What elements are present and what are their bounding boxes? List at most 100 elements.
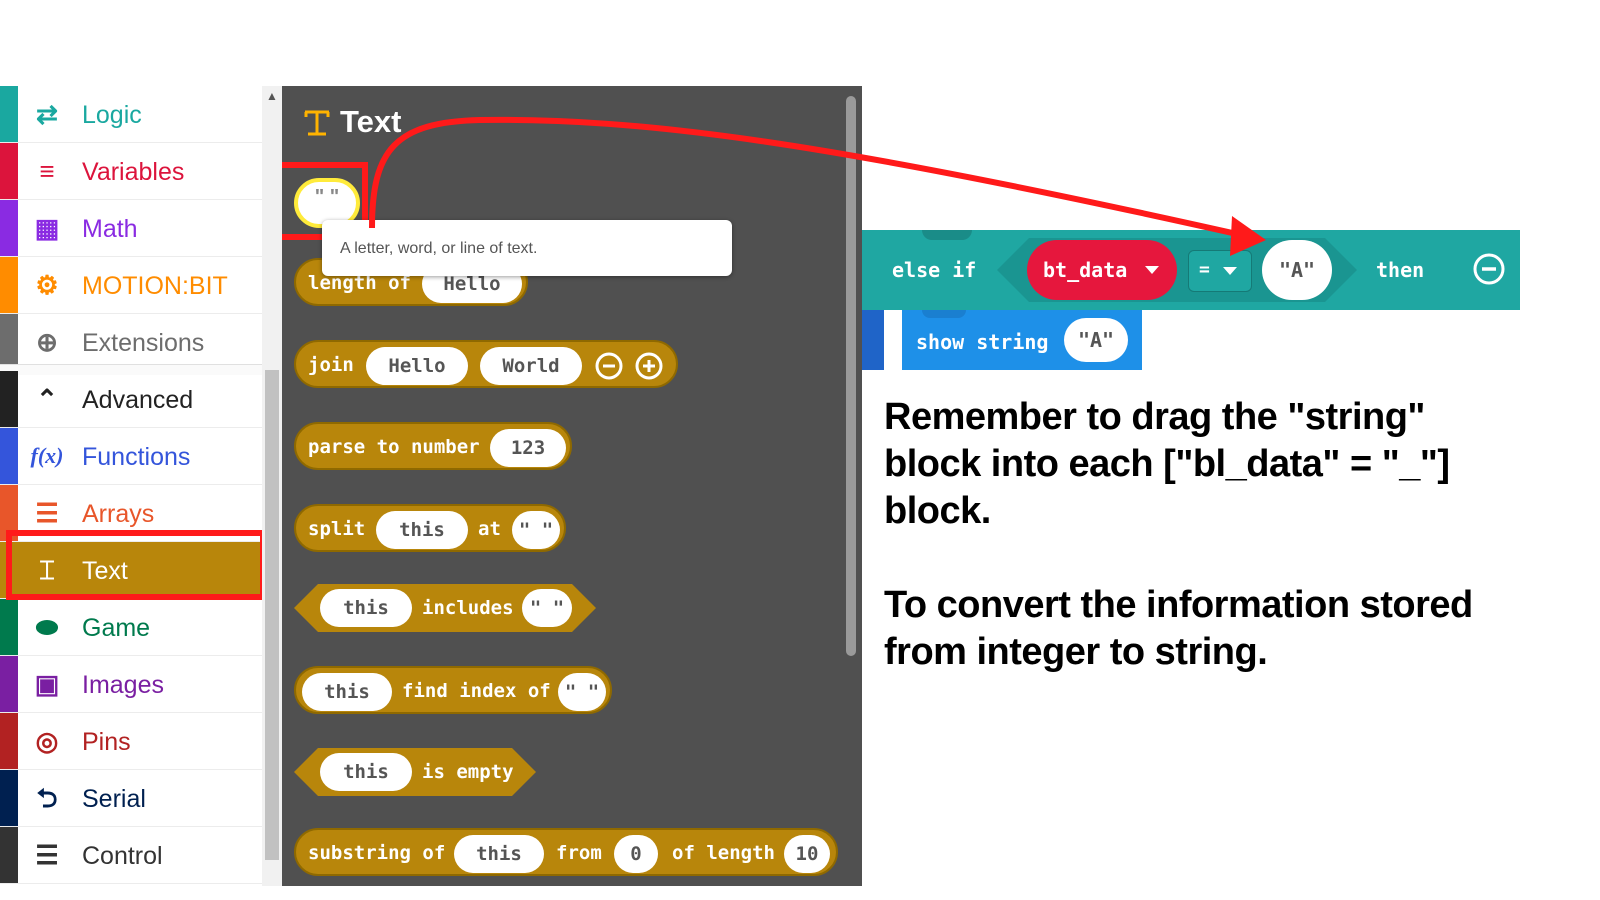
block-arg[interactable]: this	[320, 753, 412, 791]
block-label: includes	[422, 597, 514, 619]
category-color-stripe	[0, 257, 18, 313]
block-notch	[922, 230, 972, 240]
category-color-stripe	[0, 428, 18, 484]
category-label: Serial	[82, 785, 146, 813]
block-arg[interactable]: 0	[614, 835, 658, 873]
block-label: from	[556, 842, 602, 864]
list-ordered-icon: ☰	[35, 498, 59, 528]
server-icon: ☰	[35, 840, 59, 870]
find-index-of-block[interactable]: this find index of " "	[294, 666, 612, 714]
block-arg[interactable]: this	[454, 835, 544, 873]
category-variables[interactable]: ≡ Variables	[0, 143, 262, 200]
block-arg[interactable]: 123	[490, 429, 566, 467]
toolbox-sidebar: ⇄ Logic ≡ Variables ▦ Math ⚙ MOTION:BIT …	[0, 86, 262, 886]
gears-icon: ⚙	[35, 270, 59, 300]
block-arg[interactable]: this	[302, 673, 392, 711]
chevron-down-icon[interactable]	[1143, 262, 1161, 278]
minus-circle-icon[interactable]	[1472, 252, 1506, 286]
operator-dropdown[interactable]: =	[1188, 250, 1252, 292]
category-color-stripe	[0, 827, 18, 883]
category-functions[interactable]: f(x) Functions	[0, 428, 262, 485]
variable-label: bt_data	[1043, 258, 1128, 282]
instruction-line: Remember to drag the "string"	[884, 396, 1425, 438]
includes-block[interactable]: this includes " "	[294, 584, 596, 632]
block-label: is empty	[422, 761, 514, 783]
show-string-label: show string	[916, 330, 1049, 354]
parse-to-number-block[interactable]: parse to number 123	[294, 422, 572, 470]
category-text[interactable]: ⌶ Text	[0, 542, 262, 599]
category-images[interactable]: ▣ Images	[0, 656, 262, 713]
block-arg[interactable]: Hello	[366, 347, 468, 385]
split-block[interactable]: split this at " "	[294, 504, 566, 552]
category-extensions[interactable]: ⊕ Extensions	[0, 314, 262, 371]
usb-icon: ⮌	[36, 783, 58, 813]
sidebar-scrollbar-thumb[interactable]	[265, 370, 279, 860]
category-logic[interactable]: ⇄ Logic	[0, 86, 262, 143]
show-string-block[interactable]: show string "A"	[902, 310, 1142, 370]
block-label: of length	[672, 842, 775, 864]
category-color-stripe	[0, 485, 18, 541]
block-arg[interactable]: World	[480, 347, 582, 385]
function-icon: f(x)	[30, 443, 64, 468]
show-string-value[interactable]: "A"	[1064, 318, 1128, 362]
plus-circle-icon: ⊕	[36, 327, 58, 357]
substring-block[interactable]: substring of this from 0 of length 10	[294, 828, 838, 876]
calculator-icon: ▦	[34, 213, 60, 243]
list-icon: ≡	[39, 156, 55, 186]
shuffle-icon: ⇄	[36, 99, 58, 129]
category-label: Arrays	[82, 500, 155, 528]
image-icon: ▣	[34, 669, 60, 699]
category-label: Game	[82, 614, 151, 642]
then-label: then	[1376, 258, 1425, 282]
block-arg[interactable]: 10	[784, 835, 830, 873]
variable-bt-data[interactable]: bt_data	[1027, 240, 1177, 300]
block-arg[interactable]: this	[376, 511, 468, 549]
block-label: parse to number	[308, 436, 480, 458]
else-if-label: else if	[892, 258, 977, 282]
category-label: Functions	[82, 443, 191, 471]
category-label: Control	[82, 842, 163, 870]
category-label: Text	[82, 557, 128, 585]
block-arg[interactable]: " "	[558, 673, 606, 711]
category-serial[interactable]: ⮌ Serial	[0, 770, 262, 827]
block-arg[interactable]: " "	[512, 511, 560, 549]
scroll-up-arrow-icon[interactable]: ▲	[262, 86, 282, 106]
category-advanced[interactable]: ⌃ Advanced	[0, 371, 262, 428]
else-if-code-block[interactable]: else if bt_data = "A" then show string "…	[862, 230, 1520, 370]
category-label: MOTION:BIT	[82, 272, 228, 300]
comparison-value[interactable]: "A"	[1262, 240, 1332, 300]
instruction-line: To convert the information stored	[884, 584, 1473, 626]
category-label: Logic	[82, 101, 142, 129]
block-label: split	[308, 518, 366, 540]
block-arg[interactable]: this	[320, 589, 412, 627]
plus-circle-icon[interactable]	[634, 351, 664, 381]
category-label: Variables	[82, 158, 185, 186]
block-arg[interactable]: " "	[522, 589, 572, 627]
category-color-stripe	[0, 314, 18, 370]
minus-circle-icon[interactable]	[594, 351, 624, 381]
chevron-up-icon: ⌃	[36, 384, 58, 414]
text-icon: ⌶	[39, 555, 55, 585]
category-control[interactable]: ☰ Control	[0, 827, 262, 884]
category-color-stripe	[0, 143, 18, 199]
instruction-line: from integer to string.	[884, 631, 1268, 673]
category-color-stripe	[0, 599, 18, 655]
is-empty-block[interactable]: this is empty	[294, 748, 536, 796]
join-block[interactable]: join Hello World	[294, 340, 678, 388]
block-notch	[922, 310, 966, 318]
flyout-title: Text	[340, 104, 402, 139]
instruction-line: block.	[884, 490, 991, 532]
chevron-down-icon[interactable]	[1221, 263, 1239, 279]
category-label: Pins	[82, 728, 131, 756]
category-math[interactable]: ▦ Math	[0, 200, 262, 257]
category-label: Images	[82, 671, 164, 699]
category-color-stripe	[0, 86, 18, 142]
gamepad-icon: ⬬	[35, 612, 59, 642]
category-game[interactable]: ⬬ Game	[0, 599, 262, 656]
category-arrays[interactable]: ☰ Arrays	[0, 485, 262, 542]
flyout-scrollbar[interactable]	[846, 96, 856, 656]
category-color-stripe	[0, 656, 18, 712]
category-motionbit[interactable]: ⚙ MOTION:BIT	[0, 257, 262, 314]
target-icon: ◎	[35, 726, 59, 756]
category-pins[interactable]: ◎ Pins	[0, 713, 262, 770]
